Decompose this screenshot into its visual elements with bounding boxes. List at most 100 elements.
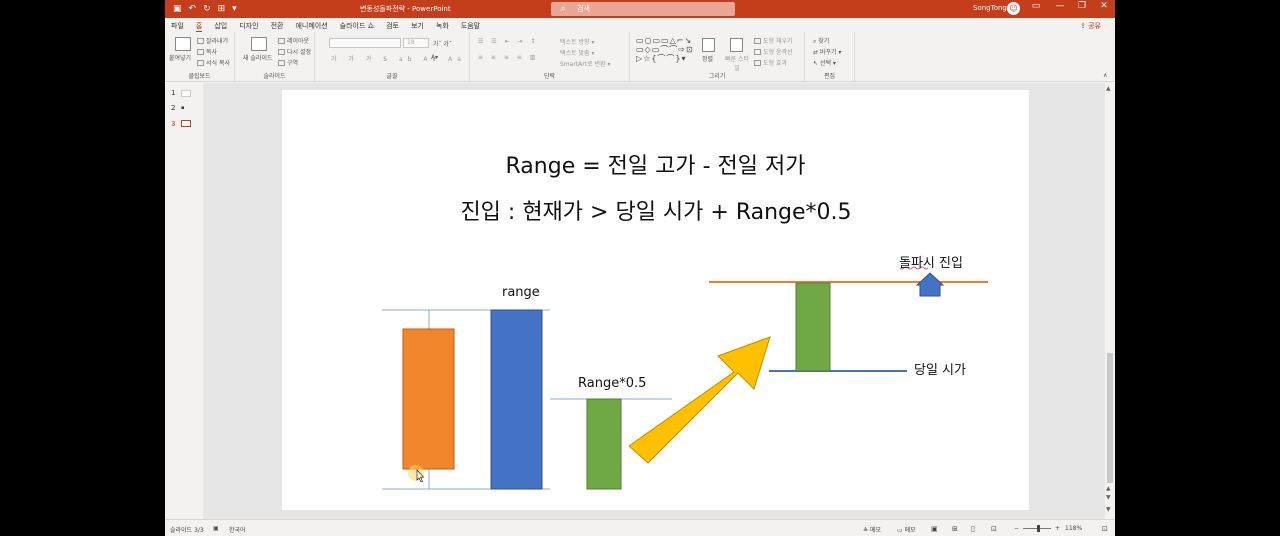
new-slide-button[interactable]: 새 슬라이드 [243,53,273,62]
collapse-ribbon-icon[interactable]: ∧ [1103,72,1107,79]
zoom-level[interactable]: 118% [1065,525,1082,532]
scroll-down-page-icon[interactable]: ▼ [1106,494,1111,501]
fill-icon [754,38,761,44]
align-buttons[interactable]: ≡ ≡ ≡ ≡ ▥ [478,54,538,61]
slideshow-start-icon[interactable]: ⊞ [218,3,226,15]
tab-7[interactable]: 검토 [386,18,399,32]
format-painter-button[interactable]: 서식 복사 [197,58,230,67]
close-button[interactable]: ✕ [1097,1,1111,11]
tab-9[interactable]: 녹화 [436,18,449,32]
scroll-down-icon[interactable]: ▼ [1106,506,1111,513]
fit-to-window-icon[interactable]: ⊡ [1102,525,1108,533]
label-half-range[interactable]: Range*0.5 [578,376,646,391]
zoom-slider-knob[interactable] [1037,525,1040,532]
avatar[interactable]: ☺ [1007,2,1020,15]
copy-button[interactable]: 복사 [197,47,217,56]
reading-view-icon[interactable]: ▯ [971,525,975,533]
reset-button[interactable]: 다시 설정 [278,47,311,56]
slideshow-view-icon[interactable]: ⊡ [991,525,997,533]
shape-outline-button[interactable]: 도형 윤곽선 [754,47,793,56]
accessibility-icon[interactable]: ▣ [213,525,219,532]
tab-0[interactable]: 파일 [171,18,184,32]
share-button[interactable]: ⇪ 공유 [1080,21,1101,31]
tab-4[interactable]: 전환 [271,18,284,32]
minimize-button[interactable]: — [1053,1,1067,11]
font-size-select[interactable]: 18 [403,38,429,48]
tab-2[interactable]: 삽입 [214,18,227,32]
zoom-in-icon[interactable]: + [1055,525,1060,532]
paste-button[interactable]: 붙여넣기 [169,53,191,62]
list-buttons[interactable]: ☰ ☰ ⇤ ⇥ ↕ [478,38,538,45]
slide-title-line-1[interactable]: Range = 전일 고가 - 전일 저가 [282,148,1029,180]
slide-title-line-2[interactable]: 진입 : 현재가 > 당일 시가 + Range*0.5 [256,194,1056,226]
breakout-arrow[interactable] [628,336,771,464]
drawing-group: ▭○▭▭△⌐↘ ▭◇▭⌒⌒⇨⊡ ▷☆{⌒⌒}▾ 정렬 빠른 스타일 도형 채우기 도… [630,32,805,82]
cut-label: 잘라내기 [206,38,229,45]
search-box[interactable]: ⌕ 검색 [551,2,735,16]
align-text-button[interactable]: 텍스트 맞춤 ▾ [560,48,594,57]
scroll-up-page-icon[interactable]: ▲ [1106,485,1111,492]
find-button[interactable]: ⌕ 찾기 [813,36,829,46]
half-range-bar[interactable] [586,398,622,490]
undo-icon[interactable]: ↶ [189,3,197,15]
font-format-buttons[interactable]: 가 가 가 S ab AV Aa [331,54,466,63]
grow-shrink-font-icon[interactable]: 가ˆ 가ˇ [433,39,452,48]
arrange-button[interactable]: 정렬 [702,54,713,63]
font-name-select[interactable] [329,38,401,48]
shape-effects-button[interactable]: 도형 효과 [754,58,787,67]
up-arrow-icon[interactable] [915,272,945,297]
text-direction-button[interactable]: 텍스트 방향 ▾ [560,37,594,46]
label-range[interactable]: range [502,285,540,300]
select-button[interactable]: ↖ 선택 ▾ [813,58,836,67]
previous-candle-body[interactable] [402,328,455,470]
clipboard-group: 붙여넣기 잘라내기 복사 서식 복사 클립보드 [165,32,235,82]
tab-5[interactable]: 애니메이션 [295,18,327,32]
range-bar[interactable] [490,309,543,490]
vertical-scrollbar[interactable]: ▲ ▲ ▼ ▼ [1105,83,1115,519]
tab-10[interactable]: 도움말 [461,18,480,32]
title-bar: ▣ ↶ ↻ ⊞ ▾ 변동성돌파전략 - PowerPoint ⌕ 검색 Song… [165,0,1115,18]
tab-8[interactable]: 보기 [411,18,424,32]
thumbnail-number[interactable]: 1 [171,89,175,97]
shapes-gallery[interactable]: ▭○▭▭△⌐↘ ▭◇▭⌒⌒⇨⊡ ▷☆{⌒⌒}▾ [636,36,694,63]
customize-qat-icon[interactable]: ▾ [232,3,237,15]
replace-button[interactable]: ⇄ 바꾸기 ▾ [813,47,841,56]
thumbnail-number[interactable]: 3 [171,120,175,128]
tab-3[interactable]: 디자인 [239,18,258,32]
language-indicator[interactable]: 한국어 [229,525,246,534]
tab-1[interactable]: 홈 [195,18,203,33]
font-color-icon[interactable]: A▾ [431,54,438,61]
scroll-up-icon[interactable]: ▲ [1106,85,1111,92]
outline-icon [754,49,761,55]
slide-thumbnail-1[interactable] [181,90,191,97]
label-open-price[interactable]: 당일 시가 [914,359,966,378]
reset-label: 다시 설정 [287,49,311,56]
search-placeholder: 검색 [577,5,590,13]
slide-thumbnail-3[interactable] [181,120,191,127]
smartart-button[interactable]: SmartArt로 변환 ▾ [560,59,610,68]
section-button[interactable]: 구역 [278,58,298,67]
tab-6[interactable]: 슬라이드 쇼 [340,18,374,32]
notes-button[interactable]: ≜ 메모 [863,525,881,534]
thumbnail-number[interactable]: 2 [171,104,175,112]
label-breakout-entry[interactable]: 돌파시 진입 [899,252,963,271]
copy-label: 복사 [206,49,218,56]
save-icon[interactable]: ▣ [173,3,182,15]
half-range-bar-right[interactable] [795,282,831,372]
ribbon-display-icon[interactable]: ▭ [1029,1,1043,11]
slide-thumbnail-2[interactable]: ▪ [181,105,191,112]
user-name[interactable]: SongTong [973,4,1007,12]
comments-button[interactable]: ▭ 메모 [897,525,916,534]
restore-button[interactable]: ❐ [1075,1,1089,11]
layout-button[interactable]: 레이아웃 [278,36,309,45]
share-label: 공유 [1088,22,1101,30]
cut-button[interactable]: 잘라내기 [197,36,228,45]
normal-view-icon[interactable]: ▣ [931,525,938,533]
slide-canvas[interactable]: Range = 전일 고가 - 전일 저가 진입 : 현재가 > 당일 시가 +… [282,90,1029,510]
scrollbar-thumb[interactable] [1107,353,1113,483]
zoom-out-icon[interactable]: − [1014,525,1019,532]
shape-fill-button[interactable]: 도형 채우기 [754,36,793,45]
quick-styles-button[interactable]: 빠른 스타일 [724,54,750,72]
redo-icon[interactable]: ↻ [203,3,211,15]
slide-sorter-icon[interactable]: ⊞ [952,525,958,533]
